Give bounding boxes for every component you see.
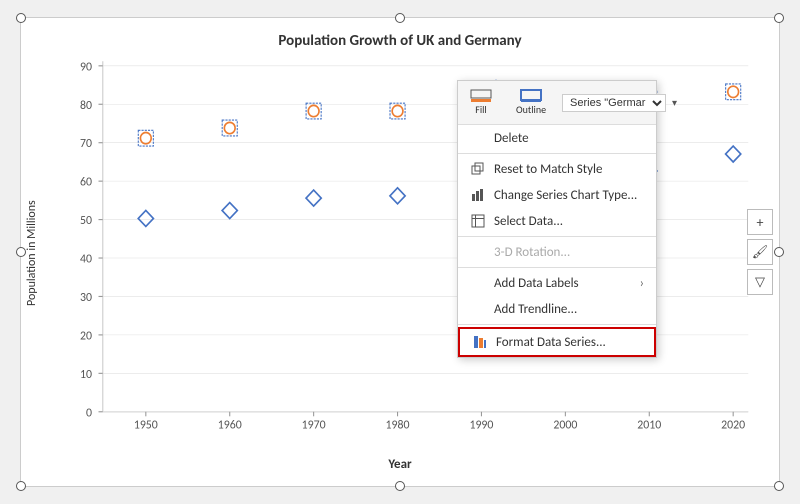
- outer-container: Population Growth of UK and Germany UK G…: [0, 0, 800, 504]
- svg-text:10: 10: [80, 367, 92, 382]
- outline-label: Outline: [516, 103, 546, 116]
- handle-bottom[interactable]: [395, 481, 405, 491]
- svg-text:2010: 2010: [637, 417, 661, 432]
- uk-point-1980[interactable]: [390, 188, 405, 204]
- menu-item-reset[interactable]: Reset to Match Style: [458, 156, 656, 182]
- menu-rotation-label: 3-D Rotation...: [494, 245, 570, 260]
- svg-text:20: 20: [80, 328, 92, 343]
- delete-icon: [470, 130, 486, 146]
- menu-reset-label: Reset to Match Style: [494, 162, 602, 177]
- menu-change-type-label: Change Series Chart Type...: [494, 188, 637, 203]
- menu-trendline-label: Add Trendline...: [494, 302, 577, 317]
- menu-item-delete[interactable]: Delete: [458, 125, 656, 151]
- menu-item-trendline[interactable]: Add Trendline...: [458, 296, 656, 322]
- right-sidebar: + 🖌 ▽: [747, 209, 773, 295]
- chart-wrapper: Population Growth of UK and Germany UK G…: [20, 17, 780, 487]
- uk-point-1960[interactable]: [222, 203, 237, 219]
- handle-bottom-left[interactable]: [16, 481, 26, 491]
- uk-point-1950[interactable]: [138, 210, 153, 226]
- trendline-icon: [470, 301, 486, 317]
- svg-text:2000: 2000: [553, 417, 577, 432]
- select-data-icon: [470, 213, 486, 229]
- menu-item-data-labels[interactable]: Add Data Labels ›: [458, 270, 656, 296]
- svg-text:1970: 1970: [302, 417, 326, 432]
- fill-label: Fill: [475, 103, 486, 116]
- reset-icon: [470, 161, 486, 177]
- menu-item-select-data[interactable]: Select Data...: [458, 208, 656, 234]
- menu-divider-1: [458, 153, 656, 154]
- handle-top-left[interactable]: [16, 13, 26, 23]
- menu-item-rotation: 3-D Rotation...: [458, 239, 656, 265]
- svg-text:30: 30: [80, 290, 92, 305]
- data-labels-icon: [470, 275, 486, 291]
- germany-point-1960[interactable]: [224, 122, 235, 133]
- chart-title: Population Growth of UK and Germany: [278, 32, 521, 50]
- fill-icon: [470, 89, 492, 103]
- handle-top-right[interactable]: [774, 13, 784, 23]
- filter-icon: ▽: [755, 275, 765, 290]
- svg-text:80: 80: [80, 98, 92, 113]
- y-axis-label: Population in Millions: [21, 50, 49, 457]
- rotation-icon: [470, 244, 486, 260]
- context-menu: Fill Outline Series "Germar ▾: [457, 80, 657, 358]
- germany-point-2020[interactable]: [728, 86, 739, 97]
- format-series-icon: [472, 334, 488, 350]
- handle-bottom-right[interactable]: [774, 481, 784, 491]
- outline-button[interactable]: Outline: [512, 87, 550, 118]
- add-icon: +: [757, 214, 764, 231]
- menu-item-format-series[interactable]: Format Data Series...: [458, 327, 656, 357]
- germany-point-1980[interactable]: [392, 105, 403, 116]
- svg-text:1990: 1990: [469, 417, 493, 432]
- style-button[interactable]: 🖌: [747, 239, 773, 265]
- filter-button[interactable]: ▽: [747, 269, 773, 295]
- change-type-icon: [470, 187, 486, 203]
- x-axis-label: Year: [388, 457, 411, 478]
- menu-format-series-label: Format Data Series...: [496, 335, 606, 350]
- fill-button[interactable]: Fill: [466, 87, 496, 118]
- menu-divider-2: [458, 236, 656, 237]
- format-bar: Fill Outline Series "Germar ▾: [458, 81, 656, 125]
- uk-point-1970[interactable]: [306, 190, 321, 206]
- menu-item-change-type[interactable]: Change Series Chart Type...: [458, 182, 656, 208]
- submenu-arrow: ›: [640, 276, 644, 291]
- dropdown-arrow: ▾: [672, 96, 677, 109]
- svg-text:2020: 2020: [721, 417, 745, 432]
- series-dropdown[interactable]: Series "Germar: [562, 94, 666, 112]
- svg-text:1980: 1980: [386, 417, 410, 432]
- menu-data-labels-label: Add Data Labels: [494, 276, 579, 291]
- svg-text:60: 60: [80, 174, 92, 189]
- svg-text:50: 50: [80, 213, 92, 228]
- svg-text:1950: 1950: [134, 417, 158, 432]
- uk-point-2020[interactable]: [726, 146, 741, 162]
- svg-text:70: 70: [80, 136, 92, 151]
- svg-text:0: 0: [86, 405, 92, 420]
- svg-text:1960: 1960: [218, 417, 242, 432]
- menu-select-data-label: Select Data...: [494, 214, 563, 229]
- germany-point-1970[interactable]: [308, 105, 319, 116]
- brush-icon: 🖌: [752, 245, 769, 260]
- menu-divider-4: [458, 324, 656, 325]
- outline-icon: [520, 89, 542, 103]
- germany-point-1950[interactable]: [140, 133, 151, 144]
- add-element-button[interactable]: +: [747, 209, 773, 235]
- menu-delete-label: Delete: [494, 131, 529, 146]
- handle-top[interactable]: [395, 13, 405, 23]
- svg-text:40: 40: [80, 251, 92, 266]
- menu-divider-3: [458, 267, 656, 268]
- svg-text:90: 90: [80, 59, 92, 74]
